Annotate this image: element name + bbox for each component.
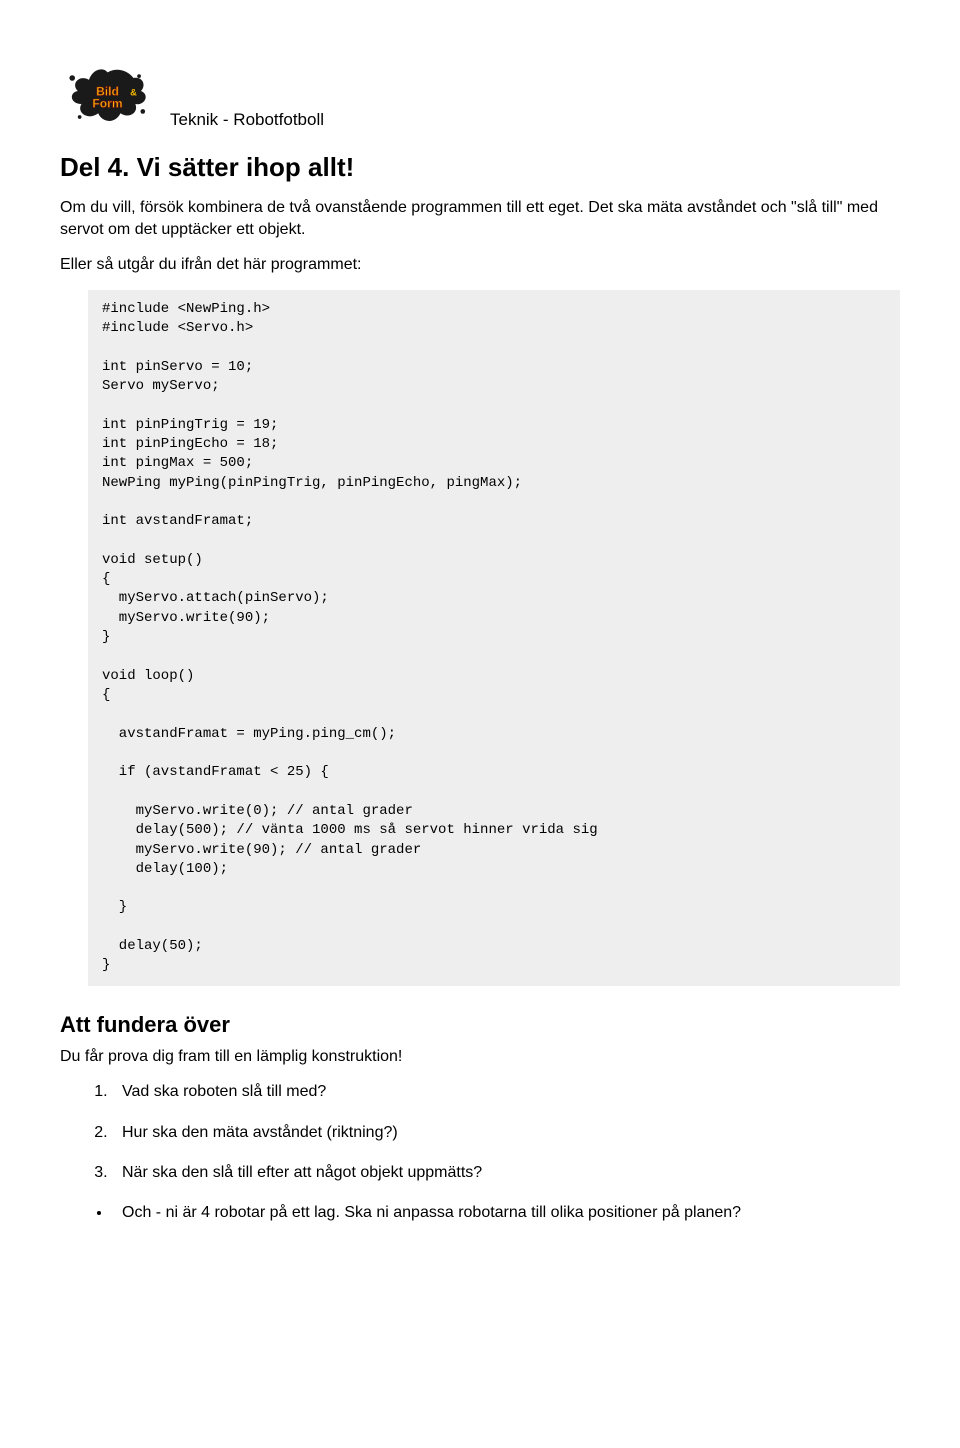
list-item: Och - ni är 4 robotar på ett lag. Ska ni… xyxy=(112,1202,900,1224)
intro-paragraph-1: Om du vill, försök kombinera de två ovan… xyxy=(60,197,900,240)
section-title: Att fundera över xyxy=(60,1012,900,1038)
list-item: Hur ska den mäta avståndet (riktning?) xyxy=(112,1122,900,1144)
page-container: Bild & Form Teknik - Robotfotboll Del 4.… xyxy=(0,0,960,1298)
list-item: Vad ska roboten slå till med? xyxy=(112,1081,900,1103)
logo: Bild & Form xyxy=(60,60,160,140)
question-list: Vad ska roboten slå till med? Hur ska de… xyxy=(60,1081,900,1184)
list-item: När ska den slå till efter att något obj… xyxy=(112,1162,900,1184)
svg-text:Form: Form xyxy=(92,97,122,111)
page-header: Bild & Form Teknik - Robotfotboll xyxy=(60,60,900,140)
section-intro: Du får prova dig fram till en lämplig ko… xyxy=(60,1046,900,1068)
intro-paragraph-2: Eller så utgår du ifrån det här programm… xyxy=(60,254,900,276)
header-subject: Teknik - Robotfotboll xyxy=(170,110,324,140)
svg-text:&: & xyxy=(130,88,137,98)
bullet-list: Och - ni är 4 robotar på ett lag. Ska ni… xyxy=(60,1202,900,1224)
code-block: #include <NewPing.h> #include <Servo.h> … xyxy=(88,290,900,986)
logo-splat-icon: Bild & Form xyxy=(60,65,155,130)
page-title: Del 4. Vi sätter ihop allt! xyxy=(60,152,900,183)
